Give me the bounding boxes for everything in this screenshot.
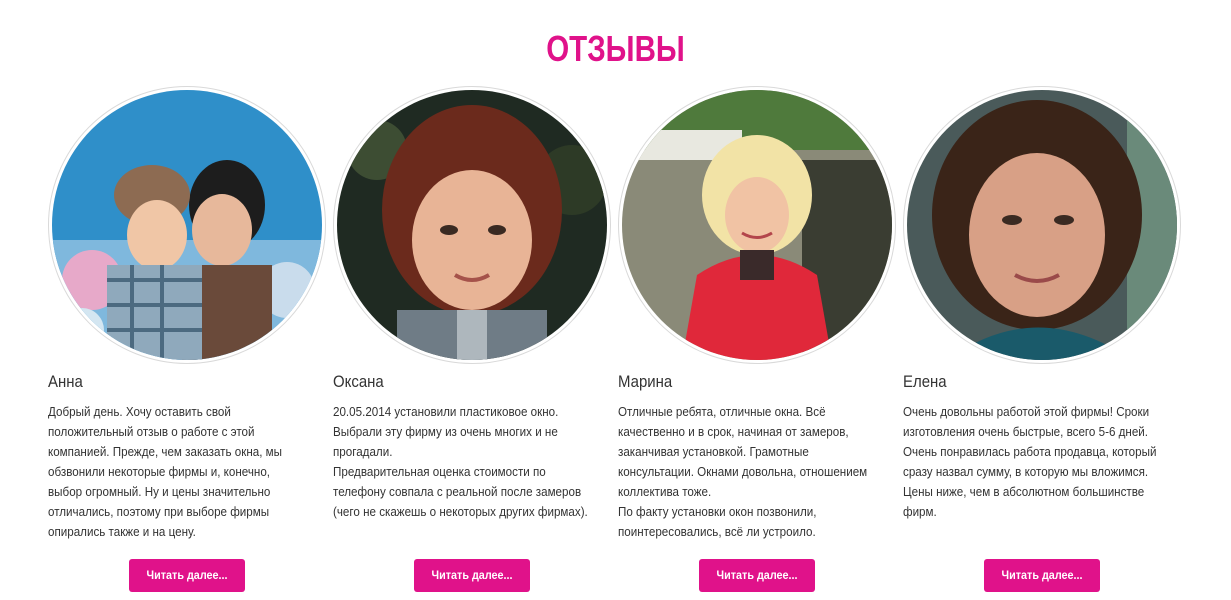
reviewer-name: Анна bbox=[48, 372, 83, 391]
review-text: Очень довольны работой этой фирмы! Сроки… bbox=[903, 405, 1157, 519]
avatar-frame bbox=[903, 86, 1181, 364]
review-card: Анна Добрый день. Хочу оставить свой пол… bbox=[38, 86, 326, 596]
read-more-button[interactable]: Читать далее... bbox=[129, 559, 245, 592]
avatar-frame bbox=[48, 86, 326, 364]
reviewer-name: Марина bbox=[618, 372, 673, 391]
reviewer-name: Оксана bbox=[333, 372, 384, 391]
section-title: ОТЗЫВЫ bbox=[546, 28, 685, 69]
read-more-button[interactable]: Читать далее... bbox=[414, 559, 530, 592]
review-card: Елена Очень довольны работой этой фирмы!… bbox=[893, 86, 1181, 596]
reviewer-name: Елена bbox=[903, 372, 947, 391]
avatar-frame bbox=[618, 86, 896, 364]
avatar-frame bbox=[333, 86, 611, 364]
review-card: Оксана 20.05.2014 установили пластиковое… bbox=[323, 86, 611, 596]
reviewer-photo bbox=[337, 90, 607, 360]
review-text: Отличные ребята, отличные окна. Всё каче… bbox=[618, 405, 868, 539]
review-text: 20.05.2014 установили пластиковое окно. … bbox=[333, 405, 588, 519]
review-text: Добрый день. Хочу оставить свой положите… bbox=[48, 405, 283, 539]
review-card: Марина Отличные ребята, отличные окна. В… bbox=[608, 86, 896, 596]
reviewer-photo bbox=[52, 90, 322, 360]
read-more-button[interactable]: Читать далее... bbox=[699, 559, 815, 592]
reviewer-photo bbox=[622, 90, 892, 360]
reviewer-photo bbox=[907, 90, 1177, 360]
read-more-button[interactable]: Читать далее... bbox=[984, 559, 1100, 592]
